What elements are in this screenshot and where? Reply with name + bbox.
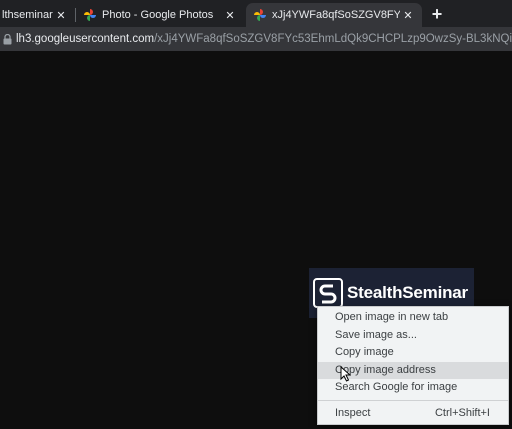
google-photos-icon <box>254 9 266 21</box>
stealthseminar-logo-icon <box>313 278 343 308</box>
close-icon[interactable]: ✕ <box>222 7 238 23</box>
inspect-shortcut: Ctrl+Shift+I <box>434 406 490 419</box>
address-bar[interactable]: lh3.googleusercontent.com/xJj4YWFa8qfSoS… <box>0 27 512 51</box>
tab-label: xJj4YWFa8qfSoSZGV8FYc53EhmL <box>272 9 400 21</box>
close-icon[interactable]: ✕ <box>53 7 69 23</box>
logo-text: StealthSeminar <box>347 283 468 303</box>
tab-strip: lthseminar.c ✕ Photo - Google Photos ✕ x… <box>0 0 512 27</box>
tab-label: Photo - Google Photos <box>102 9 214 21</box>
tab-image-active[interactable]: xJj4YWFa8qfSoSZGV8FYc53EhmL ✕ <box>246 3 422 27</box>
menu-item-search-google-for-image[interactable]: Search Google for image <box>318 379 508 397</box>
menu-item-save-image-as[interactable]: Save image as... <box>318 327 508 345</box>
menu-separator <box>318 399 508 401</box>
inspect-label: Inspect <box>335 406 371 419</box>
logo-text-rest: Seminar <box>402 283 468 302</box>
toolbar: lh3.googleusercontent.com/xJj4YWFa8qfSoS… <box>0 27 512 51</box>
tab-google-photos[interactable]: Photo - Google Photos ✕ <box>76 3 244 27</box>
menu-item-inspect[interactable]: Inspect Ctrl+Shift+I <box>318 405 508 423</box>
tab-label: lthseminar.c <box>2 9 53 21</box>
menu-item-open-image-new-tab[interactable]: Open image in new tab <box>318 309 508 327</box>
logo-text-bold: Stealth <box>347 283 403 302</box>
close-icon[interactable]: ✕ <box>400 7 416 23</box>
url-host: lh3.googleusercontent.com <box>16 33 155 45</box>
menu-item-copy-image[interactable]: Copy image <box>318 344 508 362</box>
tab-stealthseminar[interactable]: lthseminar.c ✕ <box>0 3 75 27</box>
url-path: /xJj4YWFa8qfSoSZGV8FYc53EhmLdQk9CHCPLzp9… <box>154 33 512 45</box>
lock-icon[interactable] <box>3 33 12 45</box>
new-tab-button[interactable]: + <box>427 4 447 24</box>
mouse-cursor-icon <box>340 366 351 382</box>
google-photos-icon <box>84 9 96 21</box>
